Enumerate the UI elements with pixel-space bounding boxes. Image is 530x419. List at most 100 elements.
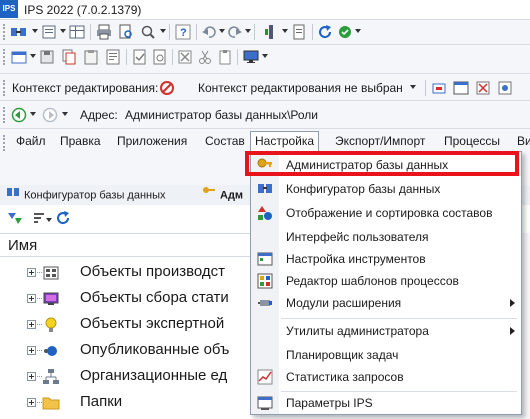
menu-item-display-sorting[interactable]: Отображение и сортировка составов bbox=[251, 202, 521, 224]
expand-icon[interactable] bbox=[27, 346, 36, 355]
search-icon[interactable] bbox=[139, 23, 157, 41]
level-dropdown-arrow[interactable] bbox=[282, 29, 288, 33]
expand-icon[interactable] bbox=[27, 398, 36, 407]
ok-circle-icon[interactable] bbox=[336, 23, 354, 41]
toolbar-divider bbox=[0, 73, 530, 74]
menu-item-db-admin[interactable]: Администратор базы данных bbox=[251, 154, 521, 176]
level-icon[interactable] bbox=[262, 23, 280, 41]
forward-dropdown-arrow[interactable] bbox=[62, 112, 68, 116]
expand-icon[interactable] bbox=[27, 294, 36, 303]
column-header-name[interactable]: Имя bbox=[0, 233, 260, 257]
refresh-icon[interactable] bbox=[316, 23, 334, 41]
tree-item[interactable]: Опубликованные объ bbox=[0, 339, 260, 363]
menu-item-query-statistics[interactable]: Статистика запросов bbox=[251, 366, 521, 388]
new-object-icon[interactable] bbox=[10, 48, 28, 66]
expand-icon[interactable] bbox=[27, 320, 36, 329]
context-dropdown-arrow[interactable] bbox=[410, 85, 416, 89]
submenu-arrow-icon bbox=[510, 299, 515, 307]
menu-item-ips-parameters[interactable]: Параметры IPS bbox=[251, 392, 521, 414]
context-edit-icon[interactable] bbox=[430, 79, 448, 97]
tree-item[interactable]: Организационные ед bbox=[0, 365, 260, 389]
tab-db-admin[interactable]: Адм bbox=[202, 185, 243, 205]
column-header-label: Имя bbox=[8, 237, 38, 254]
process-template-icon bbox=[257, 273, 273, 289]
new-object-dropdown-arrow[interactable] bbox=[30, 54, 36, 58]
tree-item-label: Объекты экспертной bbox=[80, 315, 225, 332]
context-settings-icon[interactable] bbox=[496, 79, 514, 97]
menu-item-admin-utilities[interactable]: Утилиты администратора bbox=[251, 320, 521, 342]
menu-settings[interactable]: Настройка bbox=[250, 131, 320, 152]
back-dropdown-arrow[interactable] bbox=[30, 112, 36, 116]
forward-icon[interactable] bbox=[41, 106, 59, 124]
menu-separator bbox=[281, 318, 517, 319]
published-objects-icon bbox=[42, 342, 60, 360]
filter-icon[interactable] bbox=[6, 209, 24, 227]
info-dropdown-arrow[interactable] bbox=[60, 29, 66, 33]
tree-item[interactable]: Объекты производст bbox=[0, 261, 260, 285]
clipboard-icon[interactable] bbox=[216, 48, 234, 66]
menu-processes[interactable]: Процессы bbox=[440, 131, 504, 151]
menu-edit[interactable]: Правка bbox=[56, 131, 105, 151]
svg-text:?: ? bbox=[180, 27, 187, 39]
properties-icon[interactable] bbox=[104, 48, 122, 66]
redo-icon[interactable] bbox=[226, 23, 244, 41]
undo-icon[interactable] bbox=[200, 23, 218, 41]
ok-dropdown-arrow[interactable] bbox=[355, 29, 361, 33]
menu-item-extension-modules[interactable]: Модули расширения bbox=[251, 292, 521, 314]
key-icon bbox=[257, 157, 273, 173]
context-window-icon[interactable] bbox=[452, 79, 470, 97]
menu-item-label: Настройка инструментов bbox=[286, 252, 426, 266]
toolbar-grip[interactable] bbox=[3, 80, 6, 96]
tree-item[interactable]: Объекты сбора стати bbox=[0, 287, 260, 311]
help-icon[interactable]: ? bbox=[174, 23, 192, 41]
address-path[interactable]: Администратор базы данных\Роли bbox=[125, 108, 318, 122]
grid-icon[interactable] bbox=[68, 23, 86, 41]
delete-icon[interactable] bbox=[176, 48, 194, 66]
menu-item-label: Статистика запросов bbox=[286, 370, 404, 384]
no-context-icon[interactable] bbox=[158, 79, 176, 97]
menu-item-tools-settings[interactable]: Настройка инструментов bbox=[251, 248, 521, 270]
menu-apps[interactable]: Приложения bbox=[113, 131, 191, 151]
menu-grip[interactable] bbox=[3, 135, 6, 151]
toolbar-grip[interactable] bbox=[3, 49, 6, 65]
tree-item[interactable]: Папки bbox=[0, 391, 260, 415]
search-dropdown-arrow[interactable] bbox=[160, 29, 166, 33]
tree-item[interactable]: Объекты экспертной bbox=[0, 313, 260, 337]
menu-item-process-templates[interactable]: Редактор шаблонов процессов bbox=[251, 270, 521, 292]
expand-icon[interactable] bbox=[27, 268, 36, 277]
menu-file[interactable]: Файл bbox=[12, 131, 50, 151]
info-card-icon[interactable] bbox=[40, 23, 58, 41]
refresh-icon[interactable] bbox=[54, 209, 72, 227]
monitor-icon[interactable] bbox=[242, 48, 260, 66]
expand-icon[interactable] bbox=[27, 372, 36, 381]
copy-document-icon[interactable] bbox=[60, 48, 78, 66]
back-icon[interactable] bbox=[10, 106, 28, 124]
relations-dropdown-arrow[interactable] bbox=[32, 29, 38, 33]
print-preview-icon[interactable] bbox=[117, 23, 135, 41]
print-icon[interactable] bbox=[95, 23, 113, 41]
save-icon[interactable] bbox=[38, 48, 56, 66]
context-delete-icon[interactable] bbox=[474, 79, 492, 97]
relations-icon[interactable] bbox=[10, 23, 28, 41]
tree-item-label: Объекты сбора стати bbox=[80, 289, 229, 306]
document-icon[interactable] bbox=[290, 23, 308, 41]
menu-item-user-interface[interactable]: Интерфейс пользователя bbox=[251, 226, 521, 248]
check-document-icon[interactable] bbox=[131, 48, 149, 66]
paste-document-icon[interactable] bbox=[82, 48, 100, 66]
toolbar-grip[interactable] bbox=[3, 24, 6, 40]
sort-dropdown-arrow[interactable] bbox=[46, 218, 52, 222]
menu-item-db-configurator[interactable]: Конфигуратор базы данных bbox=[251, 178, 521, 200]
context-select[interactable]: Контекст редактирования не выбран bbox=[198, 81, 403, 95]
object-tree: Объекты производст Объекты сбора стати О… bbox=[0, 257, 260, 419]
link-document-icon[interactable] bbox=[151, 48, 169, 66]
cut-icon[interactable] bbox=[196, 48, 214, 66]
menu-export-import[interactable]: Экспорт/Импорт bbox=[331, 131, 429, 151]
menu-composition[interactable]: Состав bbox=[201, 131, 249, 151]
monitor-dropdown-arrow[interactable] bbox=[262, 54, 268, 58]
undo-dropdown-arrow[interactable] bbox=[219, 29, 225, 33]
menu-view[interactable]: Ви bbox=[513, 131, 530, 151]
menu-item-task-scheduler[interactable]: Планировщик задач bbox=[251, 344, 521, 366]
redo-dropdown-arrow[interactable] bbox=[245, 29, 251, 33]
tab-configurator[interactable]: Конфигуратор базы данных bbox=[6, 185, 166, 205]
toolbar-grip[interactable] bbox=[3, 107, 6, 123]
